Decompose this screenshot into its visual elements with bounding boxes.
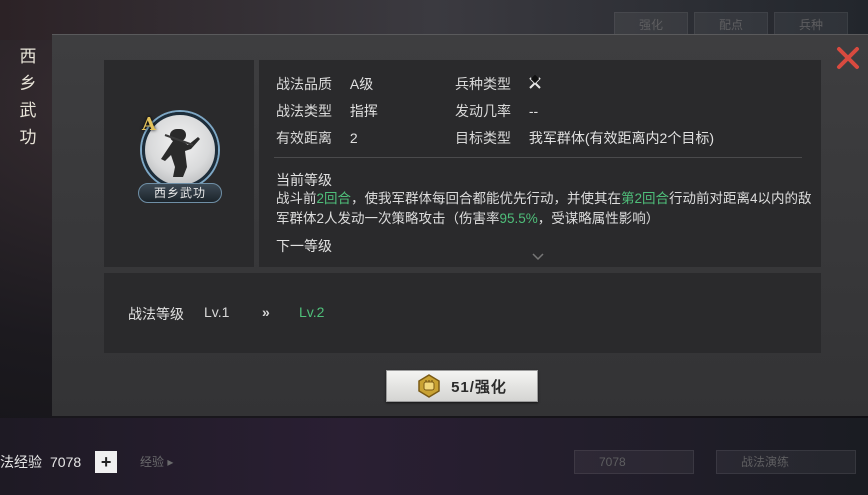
hero-name-tag: 西乡武功 bbox=[138, 183, 222, 203]
desc-highlight: 2回合 bbox=[316, 191, 352, 206]
crossed-swords-icon bbox=[529, 74, 541, 89]
exp-value: 7078 bbox=[50, 454, 82, 470]
arrow-icon: » bbox=[262, 304, 270, 320]
skill-title-vertical: 西 乡 武 功 bbox=[8, 44, 48, 194]
quality-label: 战法品质 bbox=[276, 76, 332, 92]
target-row: 目标类型 我军群体(有效距离内2个目标) bbox=[455, 128, 714, 148]
upgrade-label: 51/强化 bbox=[451, 378, 507, 396]
current-level-label: 当前等级 bbox=[276, 172, 332, 188]
close-icon bbox=[837, 47, 859, 69]
next-level-label: 下一等级 bbox=[276, 238, 332, 254]
current-level-value: Lv.1 bbox=[204, 304, 230, 320]
divider bbox=[274, 157, 802, 158]
background-tab: 强化 bbox=[614, 12, 688, 36]
desc-highlight: 第2回合 bbox=[621, 191, 670, 206]
troop-label: 兵种类型 bbox=[455, 76, 511, 92]
range-row: 有效距离 2 bbox=[276, 128, 358, 148]
chance-label: 发动几率 bbox=[455, 103, 511, 119]
skill-description: 战斗前2回合，使我军群体每回合都能优先行动，并使其在第2回合行动前对距离4以内的… bbox=[276, 189, 816, 229]
desc-text: 战斗前 bbox=[276, 191, 317, 206]
background-faded-text: 经验 ▸ bbox=[140, 455, 174, 469]
upgrade-button[interactable]: 51/强化 bbox=[386, 370, 538, 402]
grade-badge: A bbox=[142, 114, 156, 135]
skill-level-box: 战法等级 Lv.1 » Lv.2 bbox=[104, 273, 821, 353]
title-char: 功 bbox=[19, 128, 37, 148]
desc-text: ，使我军群体每回合都能优先行动，并使其在 bbox=[351, 191, 622, 206]
add-exp-button[interactable]: + bbox=[95, 451, 118, 473]
target-label: 目标类型 bbox=[455, 130, 511, 146]
title-char: 武 bbox=[19, 101, 37, 121]
desc-highlight: 95.5% bbox=[499, 211, 538, 226]
chevron-down-icon[interactable] bbox=[531, 252, 545, 262]
level-label: 战法等级 bbox=[128, 306, 184, 322]
hero-portrait-box: A 西乡武功 bbox=[104, 60, 254, 267]
fist-token-icon bbox=[418, 374, 440, 398]
title-char: 乡 bbox=[19, 74, 37, 94]
type-label: 战法类型 bbox=[276, 103, 332, 119]
chance-row: 发动几率 -- bbox=[455, 101, 538, 121]
next-level-value: Lv.2 bbox=[299, 304, 325, 320]
title-char: 西 bbox=[19, 47, 37, 67]
skill-info-box: 战法品质 A级 兵种类型 战法类型 指挥 发动几率 -- 有效距离 2 目标类型… bbox=[259, 60, 821, 267]
background-tab: 配点 bbox=[694, 12, 768, 36]
background-resource-box: 7078 bbox=[574, 450, 694, 474]
background-tab: 兵种 bbox=[774, 12, 848, 36]
range-value: 2 bbox=[349, 130, 358, 146]
troop-row: 兵种类型 bbox=[455, 74, 543, 94]
close-button[interactable] bbox=[834, 44, 862, 72]
desc-text: ，受谋略属性影响） bbox=[537, 211, 660, 226]
quality-row: 战法品质 A级 bbox=[276, 74, 373, 94]
chance-value: -- bbox=[528, 103, 539, 119]
type-row: 战法类型 指挥 bbox=[276, 101, 378, 121]
type-value: 指挥 bbox=[349, 103, 378, 119]
footer-exp: 法经验 7078 + bbox=[0, 450, 118, 474]
target-value: 我军群体(有效距离内2个目标) bbox=[528, 130, 715, 146]
quality-value: A级 bbox=[349, 76, 374, 92]
background-drill-button: 战法演练 bbox=[716, 450, 856, 474]
range-label: 有效距离 bbox=[276, 130, 332, 146]
background-tabs: 强化 配点 兵种 bbox=[614, 12, 848, 36]
exp-label: 法经验 bbox=[0, 454, 42, 470]
